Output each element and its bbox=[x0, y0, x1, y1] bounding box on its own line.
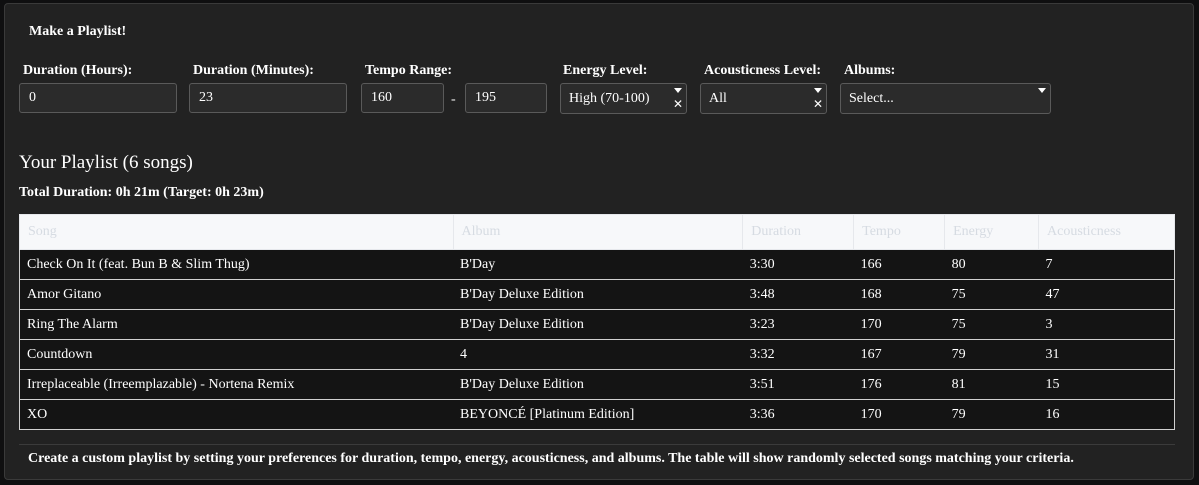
tempo-cell: 176 bbox=[853, 369, 945, 400]
acousticness-cell: 16 bbox=[1038, 399, 1175, 430]
footer-divider bbox=[19, 444, 1175, 445]
tempo-cell: 170 bbox=[853, 309, 945, 340]
column-header-album[interactable]: Album bbox=[452, 214, 744, 250]
tempo-cell: 167 bbox=[853, 339, 945, 370]
energy-cell: 80 bbox=[944, 249, 1039, 280]
energy-cell: 79 bbox=[944, 339, 1039, 370]
song-cell: Countdown bbox=[19, 339, 454, 370]
energy-level-value: High (70-100) bbox=[569, 91, 650, 106]
acousticness-cell: 31 bbox=[1038, 339, 1175, 370]
acousticness-level-value: All bbox=[709, 91, 727, 106]
album-cell: B'Day Deluxe Edition bbox=[453, 369, 743, 400]
column-header-tempo[interactable]: Tempo bbox=[853, 214, 946, 250]
energy-level-select[interactable]: High (70-100) ✕ bbox=[560, 83, 687, 114]
duration-minutes-input[interactable] bbox=[189, 83, 347, 113]
albums-label: Albums: bbox=[844, 63, 896, 78]
column-header-song[interactable]: Song bbox=[19, 214, 454, 250]
albums-select[interactable]: Select... bbox=[840, 83, 1051, 114]
table-row: Check On It (feat. Bun B & Slim Thug) B'… bbox=[19, 249, 1175, 280]
duration-hours-label: Duration (Hours): bbox=[23, 63, 133, 78]
acousticness-level-select[interactable]: All ✕ bbox=[700, 83, 827, 114]
energy-cell: 75 bbox=[944, 309, 1039, 340]
table-row: Amor Gitano B'Day Deluxe Edition 3:48 16… bbox=[19, 279, 1175, 310]
column-header-energy[interactable]: Energy bbox=[944, 214, 1040, 250]
table-row: Ring The Alarm B'Day Deluxe Edition 3:23… bbox=[19, 309, 1175, 340]
album-cell: B'Day Deluxe Edition bbox=[453, 279, 743, 310]
duration-cell: 3:48 bbox=[742, 279, 854, 310]
duration-cell: 3:32 bbox=[742, 339, 854, 370]
app-title: Make a Playlist! bbox=[29, 24, 127, 39]
caret-down-icon[interactable] bbox=[674, 88, 682, 93]
column-header-duration[interactable]: Duration bbox=[742, 214, 855, 250]
tempo-range-separator: - bbox=[451, 92, 456, 107]
duration-cell: 3:36 bbox=[742, 399, 854, 430]
caret-down-icon[interactable] bbox=[1038, 88, 1046, 93]
album-cell: B'Day Deluxe Edition bbox=[453, 309, 743, 340]
duration-hours-input[interactable] bbox=[19, 83, 177, 113]
duration-cell: 3:51 bbox=[742, 369, 854, 400]
acousticness-level-label: Acousticness Level: bbox=[704, 63, 822, 78]
table-row: Countdown 4 3:32 167 79 31 bbox=[19, 339, 1175, 370]
tempo-max-input[interactable] bbox=[465, 83, 547, 113]
energy-cell: 79 bbox=[944, 399, 1039, 430]
acousticness-cell: 7 bbox=[1038, 249, 1175, 280]
tempo-cell: 166 bbox=[853, 249, 945, 280]
energy-level-label: Energy Level: bbox=[563, 63, 648, 78]
tempo-min-input[interactable] bbox=[361, 83, 444, 113]
column-header-acousticness[interactable]: Acousticness bbox=[1038, 214, 1175, 250]
energy-cell: 81 bbox=[944, 369, 1039, 400]
acousticness-cell: 15 bbox=[1038, 369, 1175, 400]
footer-description: Create a custom playlist by setting your… bbox=[28, 451, 1074, 466]
song-cell: XO bbox=[19, 399, 454, 430]
playlist-table: Song Album Duration Tempo Energy Acousti… bbox=[19, 214, 1175, 430]
song-cell: Ring The Alarm bbox=[19, 309, 454, 340]
song-cell: Irreplaceable (Irreemplazable) - Nortena… bbox=[19, 369, 454, 400]
albums-placeholder: Select... bbox=[849, 91, 894, 106]
caret-down-icon[interactable] bbox=[814, 88, 822, 93]
album-cell: 4 bbox=[453, 339, 743, 370]
energy-cell: 75 bbox=[944, 279, 1039, 310]
playlist-panel: Make a Playlist! Duration (Hours): Durat… bbox=[4, 3, 1194, 480]
tempo-cell: 168 bbox=[853, 279, 945, 310]
duration-cell: 3:23 bbox=[742, 309, 854, 340]
album-cell: BEYONCÉ [Platinum Edition] bbox=[453, 399, 743, 430]
tempo-range-label: Tempo Range: bbox=[365, 63, 452, 78]
table-header-row: Song Album Duration Tempo Energy Acousti… bbox=[19, 214, 1175, 250]
acousticness-cell: 47 bbox=[1038, 279, 1175, 310]
duration-minutes-label: Duration (Minutes): bbox=[193, 63, 314, 78]
acousticness-cell: 3 bbox=[1038, 309, 1175, 340]
song-cell: Check On It (feat. Bun B & Slim Thug) bbox=[19, 249, 454, 280]
close-icon[interactable]: ✕ bbox=[673, 98, 683, 110]
tempo-cell: 170 bbox=[853, 399, 945, 430]
table-row: Irreplaceable (Irreemplazable) - Nortena… bbox=[19, 369, 1175, 400]
total-duration: Total Duration: 0h 21m (Target: 0h 23m) bbox=[19, 185, 264, 200]
song-cell: Amor Gitano bbox=[19, 279, 454, 310]
album-cell: B'Day bbox=[453, 249, 743, 280]
close-icon[interactable]: ✕ bbox=[813, 98, 823, 110]
table-row: XO BEYONCÉ [Platinum Edition] 3:36 170 7… bbox=[19, 399, 1175, 430]
playlist-heading: Your Playlist (6 songs) bbox=[19, 152, 193, 173]
duration-cell: 3:30 bbox=[742, 249, 854, 280]
